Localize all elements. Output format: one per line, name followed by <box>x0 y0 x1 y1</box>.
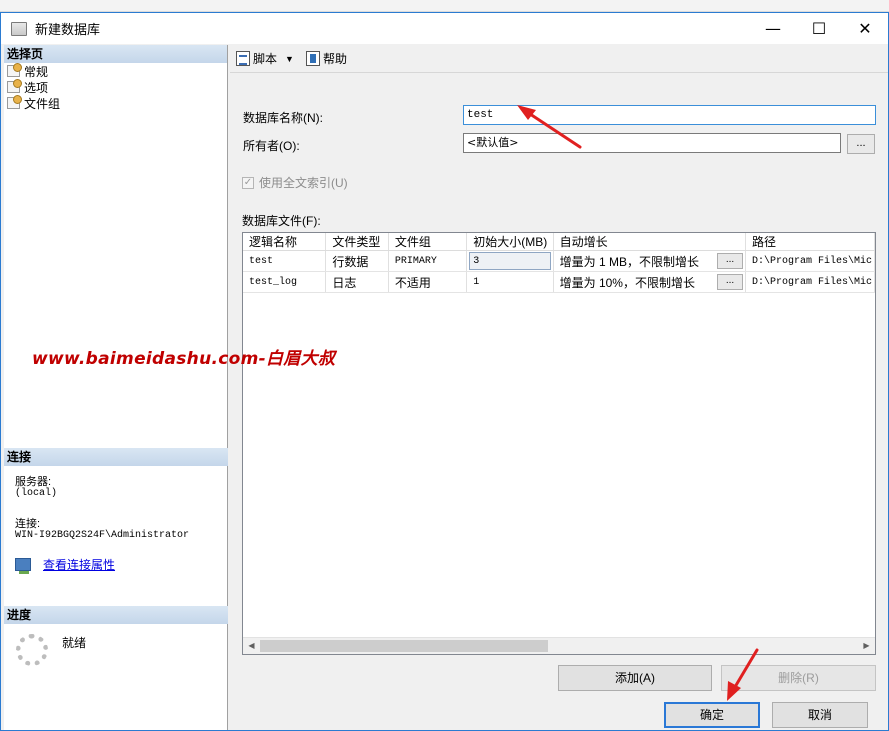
chevron-down-icon[interactable]: ▼ <box>285 54 294 64</box>
remove-button[interactable]: 删除(R) <box>721 665 876 691</box>
help-label: 帮助 <box>322 52 347 66</box>
fulltext-label: 使用全文索引(U) <box>259 176 348 190</box>
server-label: 服务器: <box>15 476 52 488</box>
help-button[interactable]: 帮助 <box>305 50 347 67</box>
column-header[interactable]: 文件组 <box>389 233 468 250</box>
autogrowth-browse-button[interactable]: ... <box>717 274 744 290</box>
db-name-label: 数据库名称(N): <box>243 111 323 125</box>
autogrowth-value: 增量为 1 MB，不限制增长 <box>559 254 699 269</box>
path-cell[interactable]: D:\Program Files\Mic <box>746 272 875 292</box>
autogrowth-value: 增量为 10%，不限制增长 <box>559 275 695 290</box>
script-label: 脚本 <box>253 52 278 66</box>
table-row[interactable]: test 行数据 PRIMARY 3 增量为 1 MB，不限制增长 ... D:… <box>243 251 875 272</box>
path-cell[interactable]: D:\Program Files\Mic <box>746 251 875 271</box>
toolbar: 脚本 ▼ 帮助 <box>230 45 888 73</box>
column-header[interactable]: 路径 <box>746 233 875 250</box>
initial-size-value: 3 <box>473 255 480 267</box>
page-icon <box>7 79 22 93</box>
scroll-right-icon[interactable]: ▶ <box>858 638 875 654</box>
app-icon <box>11 21 27 36</box>
help-icon <box>305 51 320 66</box>
owner-label: 所有者(O): <box>243 139 300 153</box>
column-header[interactable]: 自动增长 <box>554 233 747 250</box>
server-value: (local) <box>15 488 58 499</box>
progress-status: 就绪 <box>62 636 87 650</box>
page-icon <box>7 63 22 77</box>
connection-value: WIN-I92BGQ2S24F\Administrator <box>15 530 190 541</box>
autogrowth-cell: 增量为 1 MB，不限制增长 ... <box>554 251 747 271</box>
page-item-label: 文件组 <box>24 96 61 111</box>
owner-browse-button[interactable]: ... <box>847 134 875 154</box>
progress-section: 进度 就绪 <box>4 606 228 666</box>
window-title: 新建数据库 <box>35 22 101 37</box>
title-bar[interactable]: 新建数据库 — ☐ ✕ <box>1 13 888 44</box>
maximize-button[interactable]: ☐ <box>796 13 842 44</box>
filegroup-cell[interactable]: 不适用 <box>389 272 468 292</box>
table-row[interactable]: test_log 日志 不适用 1 增量为 10%，不限制增长 ... D:\P… <box>243 272 875 293</box>
db-files-label: 数据库文件(F): <box>242 214 321 228</box>
scrollbar-thumb[interactable] <box>260 640 548 652</box>
initial-size-editor[interactable] <box>469 252 551 270</box>
fulltext-checkbox[interactable]: ✓ <box>242 176 254 189</box>
connection-section: 连接 服务器: (local) 连接: WIN-I92BGQ2S24F\Admi… <box>4 448 228 574</box>
view-connection-properties[interactable]: 查看连接属性 <box>15 558 228 574</box>
filegroup-cell[interactable]: PRIMARY <box>389 251 468 271</box>
new-database-dialog: 新建数据库 — ☐ ✕ 选择页 常规 选项 文件组 连接 服务器: (local… <box>0 12 889 731</box>
progress-status-row: 就绪 <box>4 624 228 666</box>
page-item-label: 常规 <box>24 64 49 79</box>
close-button[interactable]: ✕ <box>842 13 888 44</box>
view-connection-properties-link[interactable]: 查看连接属性 <box>43 559 115 571</box>
logical-name-cell[interactable]: test <box>243 251 327 271</box>
connection-info: 服务器: (local) 连接: WIN-I92BGQ2S24F\Adminis… <box>4 466 228 574</box>
window-controls: — ☐ ✕ <box>750 13 888 44</box>
background-app-strip <box>0 0 889 12</box>
grid-header: 逻辑名称 文件类型 文件组 初始大小(MB) 自动增长 路径 <box>243 233 875 251</box>
initial-size-cell[interactable]: 3 <box>467 251 554 271</box>
progress-spinner-icon <box>16 634 48 666</box>
left-pane: 选择页 常规 选项 文件组 连接 服务器: (local) 连接: WIN-I9… <box>4 45 228 730</box>
database-files-grid: 逻辑名称 文件类型 文件组 初始大小(MB) 自动增长 路径 test 行数据 … <box>242 232 876 655</box>
script-button[interactable]: 脚本 ▼ <box>236 50 300 67</box>
script-icon <box>236 51 250 66</box>
connection-properties-icon <box>15 558 31 574</box>
watermark: www.baimeidashu.com-白眉大叔 <box>32 349 336 369</box>
progress-header: 进度 <box>4 606 228 624</box>
page-item-options[interactable]: 选项 <box>4 79 227 95</box>
cancel-button[interactable]: 取消 <box>772 702 868 728</box>
owner-input[interactable]: <默认值> <box>463 133 841 153</box>
db-name-input[interactable]: test <box>463 105 876 125</box>
page-icon <box>7 95 22 109</box>
column-header[interactable]: 文件类型 <box>326 233 389 250</box>
logical-name-cell[interactable]: test_log <box>243 272 327 292</box>
autogrowth-browse-button[interactable]: ... <box>717 253 744 269</box>
ok-button[interactable]: 确定 <box>664 702 760 728</box>
select-page-header: 选择页 <box>4 45 227 63</box>
initial-size-cell[interactable]: 1 <box>467 272 554 292</box>
add-button[interactable]: 添加(A) <box>558 665 712 691</box>
page-item-general[interactable]: 常规 <box>4 63 227 79</box>
right-pane: 脚本 ▼ 帮助 数据库名称(N): test 所有者(O): <默认值> ...… <box>230 45 888 700</box>
autogrowth-cell: 增量为 10%，不限制增长 ... <box>554 272 747 292</box>
connection-header: 连接 <box>4 448 228 466</box>
page-item-label: 选项 <box>24 80 49 95</box>
column-header[interactable]: 初始大小(MB) <box>467 233 554 250</box>
minimize-button[interactable]: — <box>750 13 796 44</box>
connection-label: 连接: <box>15 518 41 530</box>
file-type-cell[interactable]: 日志 <box>326 272 389 292</box>
horizontal-scrollbar[interactable]: ◀ ▶ <box>243 637 875 654</box>
file-type-cell[interactable]: 行数据 <box>326 251 389 271</box>
fulltext-index-option[interactable]: ✓ 使用全文索引(U) <box>242 174 348 191</box>
page-item-filegroups[interactable]: 文件组 <box>4 95 227 111</box>
scroll-left-icon[interactable]: ◀ <box>243 638 260 654</box>
column-header[interactable]: 逻辑名称 <box>243 233 327 250</box>
